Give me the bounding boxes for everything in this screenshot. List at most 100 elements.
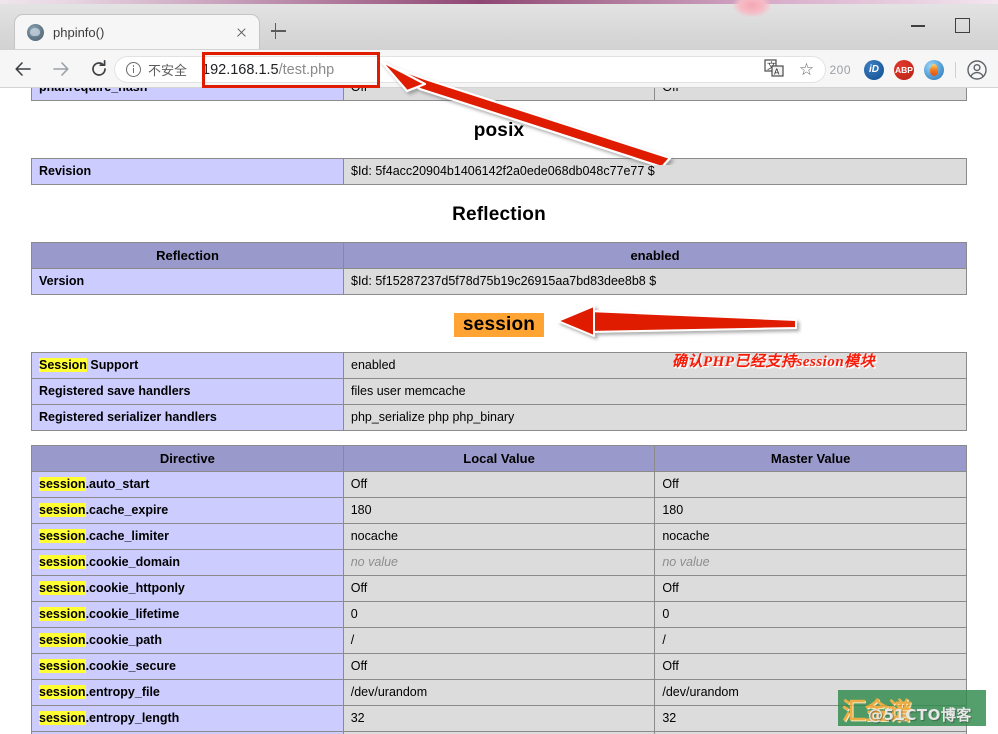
directive-name: session.cache_limiter xyxy=(31,523,344,550)
directive-master-value: no value xyxy=(654,549,967,576)
directive-local-value: Off xyxy=(342,471,656,498)
directive-name: session.cookie_domain xyxy=(31,549,344,576)
section-heading-reflection: Reflection xyxy=(452,204,546,225)
url-text: 192.168.1.5/test.php xyxy=(202,62,334,78)
directive-name: session.entropy_file xyxy=(31,679,344,706)
directive-suffix: .cookie_secure xyxy=(85,659,176,673)
address-bar[interactable]: 不安全 192.168.1.5/test.php xyxy=(114,56,826,83)
directive-suffix: .cookie_httponly xyxy=(85,581,185,595)
row-value: files user memcache xyxy=(343,378,967,405)
maximize-button[interactable] xyxy=(947,14,977,36)
table-row: session.cache_limiter nocache nocache xyxy=(31,523,967,550)
extension-id-icon[interactable]: iD xyxy=(864,59,884,80)
table-gap xyxy=(0,431,998,445)
row-key: Registered save handlers xyxy=(31,378,344,405)
row-key: Version xyxy=(31,268,344,295)
new-tab-button[interactable] xyxy=(268,21,288,41)
pink-decoration-blob xyxy=(733,0,771,17)
directive-name: session.cookie_secure xyxy=(31,653,344,680)
table-row: Registered serializer handlers php_seria… xyxy=(31,404,967,431)
svg-text:A: A xyxy=(774,67,780,76)
directive-name: session.entropy_length xyxy=(31,705,344,732)
toolbar-icon-group: 文 A ☆ 200 iD ABP xyxy=(759,56,990,83)
directive-local-value: nocache xyxy=(342,523,656,550)
header-enabled: enabled xyxy=(343,242,967,269)
table-row: Registered save handlers files user memc… xyxy=(31,378,967,405)
page-viewport[interactable]: phar.require_hash Off Off posix Revision… xyxy=(0,88,998,734)
directive-suffix: .cookie_lifetime xyxy=(85,607,180,621)
forward-button[interactable] xyxy=(46,54,76,84)
directive-name: session.cookie_httponly xyxy=(31,575,344,602)
directive-suffix: .cache_expire xyxy=(85,503,169,517)
directive-suffix: .entropy_file xyxy=(85,685,160,699)
directive-local-value: Off xyxy=(342,575,656,602)
reload-button[interactable] xyxy=(84,54,114,84)
info-circle-icon xyxy=(126,62,141,77)
globe-icon xyxy=(27,23,44,41)
table-row: session.cache_expire 180 180 xyxy=(31,497,967,524)
header-master-value: Master Value xyxy=(654,445,967,472)
table-row: session.entropy_length 32 32 xyxy=(31,705,967,732)
highlight-session: session xyxy=(39,659,86,673)
row-value: $Id: 5f15287237d5f78d75b19c26915aa7bd83d… xyxy=(343,268,967,295)
table-row: session.cookie_domain no value no value xyxy=(31,549,967,576)
directive-suffix: .auto_start xyxy=(85,477,150,491)
back-button[interactable] xyxy=(8,54,38,84)
table-reflection: Reflection enabled Version $Id: 5f152872… xyxy=(31,242,967,295)
table-row: phar.require_hash Off Off xyxy=(31,88,967,101)
row-key: Registered serializer handlers xyxy=(31,404,344,431)
translate-icon[interactable]: 文 A xyxy=(763,57,789,83)
highlight-session: session xyxy=(39,581,86,595)
arrow-right-icon xyxy=(53,61,69,76)
table-row: session.auto_start Off Off xyxy=(31,471,967,498)
row-key: Session Support xyxy=(31,352,344,379)
highlight-session: session xyxy=(39,711,86,725)
reload-icon xyxy=(92,59,106,76)
section-heading-posix: posix xyxy=(473,120,525,141)
directive-master-value: nocache xyxy=(654,523,967,550)
header-local-value: Local Value xyxy=(342,445,656,472)
directive-name: session.cache_expire xyxy=(31,497,344,524)
directive-local-value: 32 xyxy=(342,705,656,732)
directive-master-value: 180 xyxy=(654,497,967,524)
table-session-directives: Directive Local Value Master Value sessi… xyxy=(31,445,967,734)
table-row: session.cookie_path / / xyxy=(31,627,967,654)
site-security-chip[interactable]: 不安全 xyxy=(114,60,187,79)
directive-local-value: no value xyxy=(342,549,656,576)
directive-suffix: .cookie_domain xyxy=(85,555,181,569)
directive-suffix: .cache_limiter xyxy=(85,529,169,543)
table-posix: Revision $Id: 5f4acc20904b1406142f2a0ede… xyxy=(31,158,967,185)
directive-name: session.cookie_lifetime xyxy=(31,601,344,628)
directive-suffix: .cookie_path xyxy=(85,633,162,647)
directive-name: session.cookie_path xyxy=(31,627,344,654)
security-status-text: 不安全 xyxy=(148,63,188,78)
url-host: 192.168.1.5 xyxy=(202,61,279,78)
row-key-rest: Support xyxy=(86,358,139,372)
table-row: session.entropy_file/dev/urandom/dev/ura… xyxy=(31,679,967,706)
highlight-session: session xyxy=(39,633,86,647)
highlight-session: session xyxy=(39,503,86,517)
watermark-site-text: @51CTO博客 xyxy=(868,706,972,724)
toolbar-divider xyxy=(955,61,956,78)
extension-abp-icon[interactable]: ABP xyxy=(894,59,914,80)
annotation-chinese-note: 确认PHP已经支持session模块 xyxy=(672,354,876,370)
account-avatar-icon[interactable] xyxy=(964,57,990,83)
row-local-value: Off xyxy=(342,88,656,101)
session-heading-text: session xyxy=(453,313,545,337)
close-icon[interactable] xyxy=(232,23,251,42)
arrow-left-icon xyxy=(15,61,31,76)
row-value: php_serialize php php_binary xyxy=(343,404,967,431)
watermark: 汇金谱 @51CTO博客 xyxy=(838,690,986,726)
extension-fire-icon[interactable] xyxy=(924,59,944,80)
minimize-button[interactable] xyxy=(903,14,933,36)
header-directive: Directive xyxy=(31,445,344,472)
directive-local-value: Off xyxy=(342,653,656,680)
directive-master-value: Off xyxy=(654,575,967,602)
phpinfo-content: phar.require_hash Off Off posix Revision… xyxy=(0,88,998,734)
directive-local-value: 180 xyxy=(342,497,656,524)
star-icon[interactable]: ☆ xyxy=(793,57,819,83)
directive-suffix: .entropy_length xyxy=(85,711,180,725)
table-row: Version $Id: 5f15287237d5f78d75b19c26915… xyxy=(31,268,967,295)
browser-tab[interactable]: phpinfo() xyxy=(14,14,260,49)
highlight-session: session xyxy=(39,607,86,621)
